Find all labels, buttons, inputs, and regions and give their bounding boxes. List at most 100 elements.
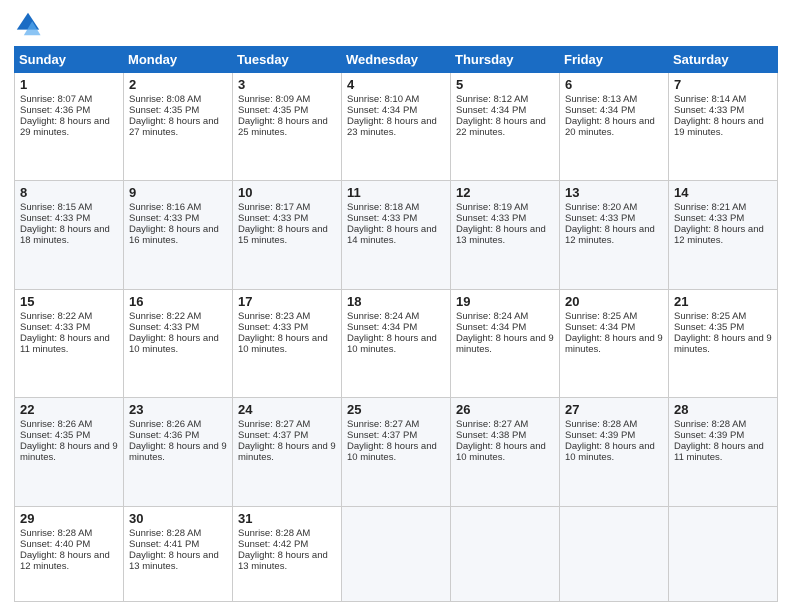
calendar-cell [342,506,451,601]
daylight-text: Daylight: 8 hours and 9 minutes. [20,441,118,463]
sunrise-text: Sunrise: 8:14 AM [674,94,746,105]
daylight-text: Daylight: 8 hours and 23 minutes. [347,116,437,138]
daylight-text: Daylight: 8 hours and 10 minutes. [238,333,328,355]
daylight-text: Daylight: 8 hours and 15 minutes. [238,224,328,246]
calendar-cell: 3Sunrise: 8:09 AMSunset: 4:35 PMDaylight… [233,73,342,181]
daylight-text: Daylight: 8 hours and 10 minutes. [129,333,219,355]
sunset-text: Sunset: 4:33 PM [674,213,744,224]
day-number: 22 [20,402,118,417]
sunset-text: Sunset: 4:33 PM [238,213,308,224]
sunrise-text: Sunrise: 8:22 AM [129,311,201,322]
sunset-text: Sunset: 4:39 PM [674,430,744,441]
sunrise-text: Sunrise: 8:26 AM [20,419,92,430]
day-number: 27 [565,402,663,417]
col-header-sunday: Sunday [15,47,124,73]
daylight-text: Daylight: 8 hours and 12 minutes. [565,224,655,246]
day-number: 20 [565,294,663,309]
col-header-monday: Monday [124,47,233,73]
sunrise-text: Sunrise: 8:12 AM [456,94,528,105]
sunset-text: Sunset: 4:33 PM [129,213,199,224]
sunset-text: Sunset: 4:33 PM [565,213,635,224]
sunrise-text: Sunrise: 8:22 AM [20,311,92,322]
daylight-text: Daylight: 8 hours and 27 minutes. [129,116,219,138]
day-number: 31 [238,511,336,526]
sunrise-text: Sunrise: 8:20 AM [565,202,637,213]
calendar-cell [451,506,560,601]
calendar-cell: 1Sunrise: 8:07 AMSunset: 4:36 PMDaylight… [15,73,124,181]
calendar-cell: 9Sunrise: 8:16 AMSunset: 4:33 PMDaylight… [124,181,233,289]
sunset-text: Sunset: 4:36 PM [20,105,90,116]
sunset-text: Sunset: 4:40 PM [20,539,90,550]
sunset-text: Sunset: 4:34 PM [456,322,526,333]
calendar-cell: 28Sunrise: 8:28 AMSunset: 4:39 PMDayligh… [669,398,778,506]
calendar-cell: 8Sunrise: 8:15 AMSunset: 4:33 PMDaylight… [15,181,124,289]
sunrise-text: Sunrise: 8:16 AM [129,202,201,213]
day-number: 5 [456,77,554,92]
day-number: 29 [20,511,118,526]
sunrise-text: Sunrise: 8:09 AM [238,94,310,105]
logo-icon [14,10,42,38]
day-number: 23 [129,402,227,417]
day-number: 14 [674,185,772,200]
sunset-text: Sunset: 4:34 PM [347,322,417,333]
calendar-cell: 6 Sunrise: 8:13 AMSunset: 4:34 PMDaylight… [560,73,669,181]
sunset-text: Sunset: 4:37 PM [347,430,417,441]
day-number: 3 [238,77,336,92]
sunset-text: Sunset: 4:33 PM [347,213,417,224]
day-number: 25 [347,402,445,417]
sunrise-text: Sunrise: 8:28 AM [20,528,92,539]
calendar-cell: 29 Sunrise: 8:28 AMSunset: 4:40 PMDayligh… [15,506,124,601]
sunset-text: Sunset: 4:34 PM [565,105,635,116]
day-number: 10 [238,185,336,200]
calendar-cell [669,506,778,601]
daylight-text: Daylight: 8 hours and 12 minutes. [20,550,110,572]
sunset-text: Sunset: 4:42 PM [238,539,308,550]
sunset-text: Sunset: 4:34 PM [347,105,417,116]
sunrise-text: Sunrise: 8:24 AM [456,311,528,322]
sunrise-text: Sunrise: 8:27 AM [238,419,310,430]
day-number: 15 [20,294,118,309]
calendar-cell: 16Sunrise: 8:22 AMSunset: 4:33 PMDayligh… [124,289,233,397]
sunset-text: Sunset: 4:33 PM [129,322,199,333]
sunrise-text: Sunrise: 8:23 AM [238,311,310,322]
day-number: 8 [20,185,118,200]
day-number: 24 [238,402,336,417]
col-header-friday: Friday [560,47,669,73]
day-number: 2 [129,77,227,92]
daylight-text: Daylight: 8 hours and 13 minutes. [456,224,546,246]
calendar-cell: 22Sunrise: 8:26 AMSunset: 4:35 PMDayligh… [15,398,124,506]
sunrise-text: Sunrise: 8:21 AM [674,202,746,213]
calendar-cell: 30Sunrise: 8:28 AMSunset: 4:41 PMDayligh… [124,506,233,601]
day-number: 19 [456,294,554,309]
daylight-text: Daylight: 8 hours and 20 minutes. [565,116,655,138]
sunrise-text: Sunrise: 8:26 AM [129,419,201,430]
daylight-text: Daylight: 8 hours and 16 minutes. [129,224,219,246]
day-number: 6 [565,77,663,92]
day-number: 12 [456,185,554,200]
day-number: 30 [129,511,227,526]
sunrise-text: Sunrise: 8:25 AM [674,311,746,322]
day-number: 21 [674,294,772,309]
col-header-thursday: Thursday [451,47,560,73]
calendar-cell: 25Sunrise: 8:27 AMSunset: 4:37 PMDayligh… [342,398,451,506]
calendar-cell: 11Sunrise: 8:18 AMSunset: 4:33 PMDayligh… [342,181,451,289]
sunset-text: Sunset: 4:38 PM [456,430,526,441]
sunset-text: Sunset: 4:33 PM [20,213,90,224]
calendar-cell: 20Sunrise: 8:25 AMSunset: 4:34 PMDayligh… [560,289,669,397]
daylight-text: Daylight: 8 hours and 9 minutes. [565,333,663,355]
day-number: 7 [674,77,772,92]
sunrise-text: Sunrise: 8:17 AM [238,202,310,213]
calendar-cell: 31Sunrise: 8:28 AMSunset: 4:42 PMDayligh… [233,506,342,601]
calendar-cell: 13Sunrise: 8:20 AMSunset: 4:33 PMDayligh… [560,181,669,289]
sunset-text: Sunset: 4:34 PM [565,322,635,333]
calendar-cell: 21Sunrise: 8:25 AMSunset: 4:35 PMDayligh… [669,289,778,397]
daylight-text: Daylight: 8 hours and 9 minutes. [674,333,772,355]
col-header-saturday: Saturday [669,47,778,73]
col-header-wednesday: Wednesday [342,47,451,73]
daylight-text: Daylight: 8 hours and 10 minutes. [565,441,655,463]
header [14,10,778,38]
sunrise-text: Sunrise: 8:13 AM [565,94,637,105]
calendar-table: SundayMondayTuesdayWednesdayThursdayFrid… [14,46,778,602]
sunrise-text: Sunrise: 8:28 AM [129,528,201,539]
daylight-text: Daylight: 8 hours and 19 minutes. [674,116,764,138]
